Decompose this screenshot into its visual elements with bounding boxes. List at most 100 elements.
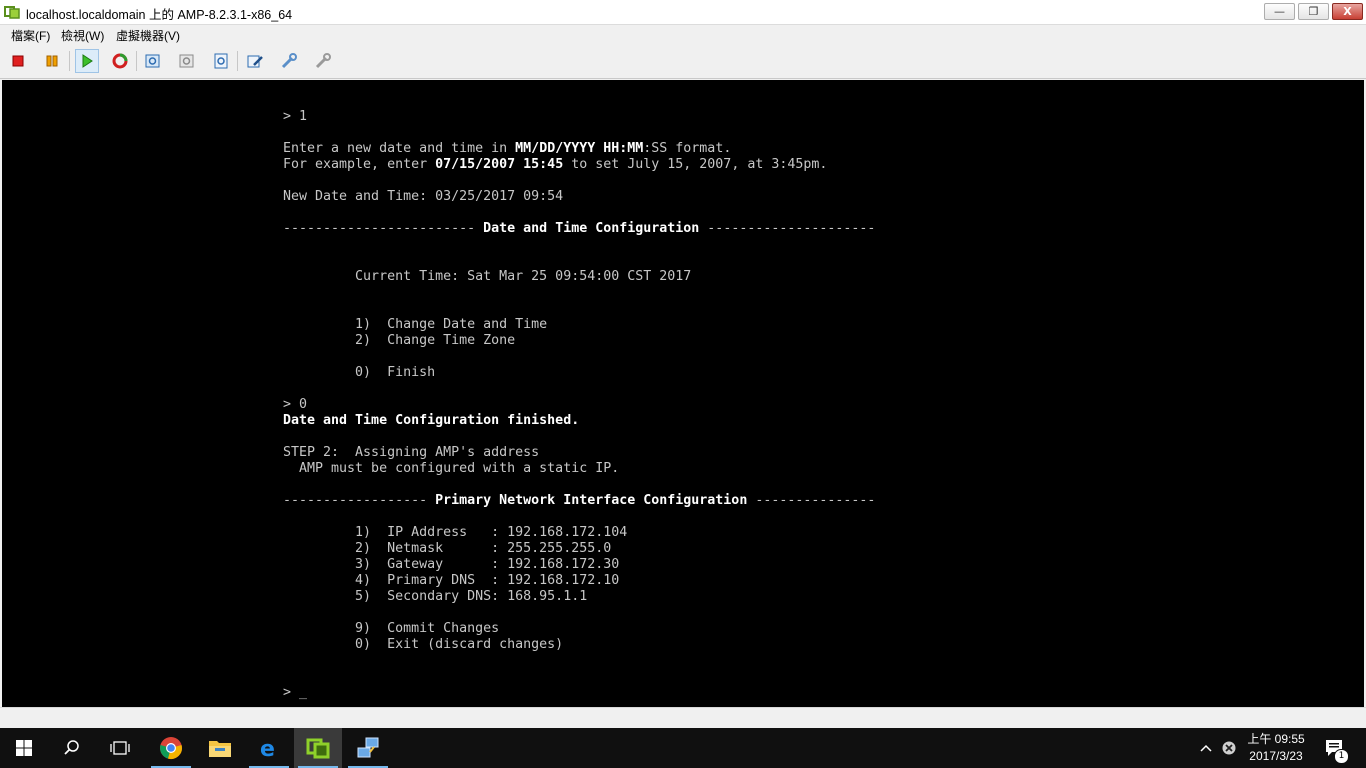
terminal-text: For example, enter (283, 157, 436, 172)
tools-button[interactable] (278, 50, 300, 72)
toolbar (0, 45, 1366, 79)
terminal-text: :SS format. (643, 141, 732, 156)
network-disconnected-icon (1222, 741, 1236, 755)
terminal-text: New Date and Time: 03/25/2017 09:54 (283, 189, 564, 204)
terminal-text: 2) Netmask : 255.255.255.0 (283, 541, 612, 556)
terminal-line: 0) Finish (283, 365, 875, 381)
snapshot-button[interactable] (142, 50, 164, 72)
file-explorer-icon (209, 741, 231, 757)
terminal-output: > 1 Enter a new date and time in MM/DD/YY… (283, 109, 875, 701)
close-icon: X (1343, 5, 1352, 18)
edit-settings-button[interactable] (244, 50, 266, 72)
terminal-text: AMP must be configured with a static IP. (283, 461, 620, 476)
terminal-text: > 0 (283, 397, 308, 412)
terminal-text: MM/DD/YYYY HH:MM (515, 141, 644, 156)
search-button[interactable] (48, 728, 96, 768)
terminal-text: 0) Exit (discard changes) (283, 637, 564, 652)
terminal-text: to set July 15, 2007, at 3:45pm. (563, 157, 828, 172)
svg-text:e: e (260, 737, 275, 760)
task-view-icon (110, 741, 130, 755)
terminal-line: For example, enter 07/15/2007 15:45 to s… (283, 157, 875, 173)
terminal-text: Primary Network Interface Configuration (435, 493, 748, 508)
clock-date: 2017/3/23 (1249, 749, 1303, 763)
task-view-button[interactable] (96, 728, 144, 768)
pause-button[interactable] (41, 50, 63, 72)
terminal-text: 4) Primary DNS : 192.168.172.10 (283, 573, 620, 588)
terminal-line: 5) Secondary DNS: 168.95.1.1 (283, 589, 875, 605)
terminal-line: 1) IP Address : 192.168.172.104 (283, 525, 875, 541)
pause-icon (46, 55, 58, 67)
menu-bar: 檔案(F) 檢視(W) 虛擬機器(V) (0, 25, 1366, 45)
tools-icon (281, 53, 297, 69)
start-icon (16, 740, 32, 756)
terminal-text: --------------------- (699, 221, 876, 236)
terminal-line: 0) Exit (discard changes) (283, 637, 875, 653)
chevron-up-icon (1200, 744, 1212, 752)
edit-settings-icon (247, 55, 263, 68)
restore-icon: ❐ (1308, 5, 1319, 18)
notification-count-badge: 1 (1334, 749, 1349, 764)
terminal-line: 9) Commit Changes (283, 621, 875, 637)
vm-console-screen[interactable]: > 1 Enter a new date and time in MM/DD/YY… (2, 80, 1364, 707)
terminal-text: > _ (283, 685, 308, 700)
tray-expand-button[interactable] (1196, 728, 1216, 768)
terminal-text: 07/15/2007 15:45 (435, 157, 564, 172)
terminal-line: ------------------ Primary Network Inter… (283, 493, 875, 509)
edge-button[interactable]: e (245, 728, 293, 768)
terminal-text: 3) Gateway : 192.168.172.30 (283, 557, 620, 572)
settings-icon (214, 53, 228, 69)
revert-icon (179, 54, 194, 68)
terminal-text: Date and Time Configuration finished. (283, 413, 580, 428)
terminal-text: 0) Finish (283, 365, 436, 380)
terminal-line: Current Time: Sat Mar 25 09:54:00 CST 20… (283, 269, 875, 285)
terminal-line: 2) Change Time Zone (283, 333, 875, 349)
terminal-line: ------------------------ Date and Time C… (283, 221, 875, 237)
settings-button[interactable] (210, 50, 232, 72)
close-button[interactable]: X (1332, 3, 1363, 20)
menu-file[interactable]: 檔案(F) (11, 27, 50, 44)
terminal-line: 1) Change Date and Time (283, 317, 875, 333)
reset-button[interactable] (109, 50, 131, 72)
terminal-line: New Date and Time: 03/25/2017 09:54 (283, 189, 875, 205)
edge-icon: e (260, 737, 275, 760)
file-explorer-button[interactable] (196, 728, 244, 768)
stop-button[interactable] (7, 50, 29, 72)
stop-icon (12, 55, 24, 67)
revert-button[interactable] (176, 50, 198, 72)
minimize-icon: — (1274, 5, 1285, 18)
restore-button[interactable]: ❐ (1298, 3, 1329, 20)
terminal-line: > 0 (283, 397, 875, 413)
menu-view[interactable]: 檢視(W) (61, 27, 104, 44)
terminal-text: 1) IP Address : 192.168.172.104 (283, 525, 628, 540)
search-icon (64, 740, 79, 755)
help-icon (315, 53, 331, 69)
terminal-text: 1) Change Date and Time (283, 317, 548, 332)
status-bar (0, 707, 1366, 729)
taskbar-clock[interactable]: 上午 09:55 2017/3/23 (1236, 731, 1316, 765)
terminal-text: STEP 2: Assigning AMP's address (283, 445, 540, 460)
play-icon (82, 54, 93, 68)
terminal-line: > _ (283, 685, 875, 701)
minimize-button[interactable]: — (1264, 3, 1295, 20)
start-button[interactable] (0, 728, 48, 768)
network-app-button[interactable] (344, 728, 392, 768)
reset-icon (112, 53, 128, 69)
chrome-button[interactable] (147, 728, 195, 768)
play-button[interactable] (75, 49, 99, 73)
help-button[interactable] (312, 50, 334, 72)
network-app-icon (357, 737, 379, 758)
menu-vm[interactable]: 虛擬機器(V) (116, 27, 180, 44)
action-center-button[interactable]: 1 (1322, 728, 1349, 768)
vm-console-icon (306, 738, 330, 759)
vm-console-taskbar-button[interactable] (294, 728, 342, 768)
window-title: localhost.localdomain 上的 AMP-8.2.3.1-x86… (26, 8, 293, 22)
terminal-text: Current Time: Sat Mar 25 09:54:00 CST 20… (283, 269, 692, 284)
